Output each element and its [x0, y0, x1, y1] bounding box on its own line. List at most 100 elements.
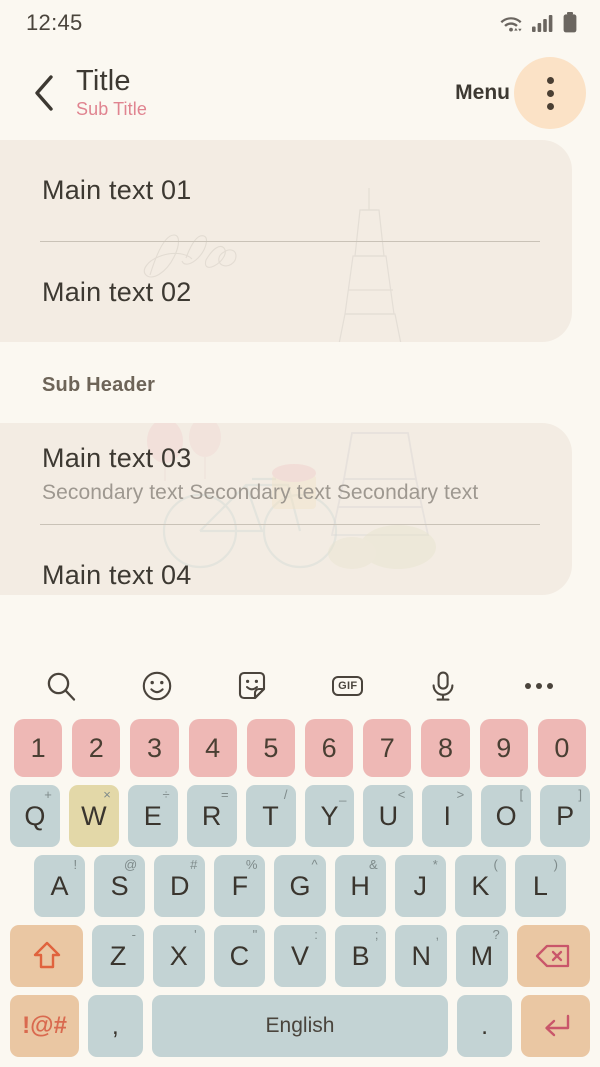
key-2[interactable]: 2	[72, 719, 121, 777]
key-i-alt: >	[456, 787, 465, 802]
key-u[interactable]: < U	[363, 785, 414, 847]
more-horizontal-icon[interactable]	[516, 663, 562, 709]
emoji-icon[interactable]	[134, 663, 180, 709]
list-row[interactable]: Main text 04	[0, 525, 572, 595]
key-i[interactable]: > I	[422, 785, 473, 847]
sticker-icon[interactable]	[229, 663, 275, 709]
back-button[interactable]	[22, 71, 66, 115]
key-t-label: T	[262, 800, 279, 831]
key-h-alt: &	[368, 857, 378, 872]
key-z-alt: -	[131, 927, 136, 942]
page-subtitle: Sub Title	[76, 98, 147, 119]
overflow-menu-button[interactable]	[514, 57, 586, 129]
key-e-label: E	[143, 800, 162, 831]
key-o[interactable]: [O	[481, 785, 532, 847]
key-y-alt: _	[339, 787, 347, 802]
key-v[interactable]: :V	[274, 925, 326, 987]
wifi-icon	[500, 17, 522, 32]
key-t-alt: /	[283, 787, 288, 802]
key-3[interactable]: 3	[130, 719, 179, 777]
microphone-icon[interactable]	[420, 663, 466, 709]
key-n-label: N	[411, 940, 432, 971]
key-6[interactable]: 6	[305, 719, 354, 777]
key-d[interactable]: # D	[154, 855, 206, 917]
keyboard-row-bottom: !@# , English .	[0, 995, 600, 1057]
shift-key[interactable]	[10, 925, 84, 987]
key-v-label: V	[290, 940, 309, 971]
list-row[interactable]: Main text 01	[0, 140, 572, 241]
list-row-title: Main text 02	[42, 277, 192, 308]
key-s[interactable]: @ S	[94, 855, 146, 917]
key-b-label: B	[351, 940, 370, 971]
key-h[interactable]: & H	[334, 855, 386, 917]
cellular-signal-icon	[532, 15, 553, 32]
list-row[interactable]: Main text 03 Secondary text Secondary te…	[0, 423, 572, 524]
key-p-label: P	[556, 800, 575, 831]
key-x[interactable]: ' X	[152, 925, 205, 987]
key-j-label: J	[413, 870, 427, 901]
virtual-keyboard: GIF 1 2 3 4 5 6 7 8 9 0 + Q × W ÷ E = R …	[0, 653, 600, 1067]
list-row-secondary: Secondary text Secondary text Secondary …	[42, 481, 479, 505]
key-z[interactable]: -Z	[92, 925, 144, 987]
key-a-alt: !	[73, 857, 78, 872]
key-s-alt: @	[124, 857, 138, 872]
key-b[interactable]: ; B	[334, 925, 387, 987]
app-bar: Title Sub Title Menu	[0, 46, 600, 140]
key-j[interactable]: * J	[394, 855, 446, 917]
key-x-label: X	[169, 940, 188, 971]
keyboard-row-qwerty: + Q × W ÷ E = R / T _ Y < U > I [O ] P	[0, 785, 600, 847]
key-n[interactable]: ,N	[395, 925, 448, 987]
key-4[interactable]: 4	[188, 719, 237, 777]
key-q-label: Q	[24, 800, 46, 831]
more-vertical-icon-dot	[546, 76, 554, 84]
key-i-label: I	[443, 800, 452, 831]
more-vertical-icon-dot	[546, 89, 554, 97]
key-b-alt: ;	[374, 927, 379, 942]
key-r-alt: =	[221, 787, 229, 802]
key-f[interactable]: % F	[214, 855, 266, 917]
key-u-label: U	[378, 800, 399, 831]
key-u-alt: <	[397, 787, 406, 802]
key-0[interactable]: 0	[537, 719, 587, 777]
shift-up-arrow-icon	[33, 941, 60, 969]
space-key[interactable]: English	[151, 995, 449, 1057]
key-7[interactable]: 7	[363, 719, 412, 777]
key-p[interactable]: ] P	[540, 785, 591, 847]
key-c[interactable]: " C	[213, 925, 266, 987]
title-block: Title Sub Title	[76, 64, 455, 121]
key-a[interactable]: ! A	[34, 855, 86, 917]
page-title: Title	[76, 64, 131, 97]
key-1[interactable]: 1	[13, 719, 63, 777]
key-m[interactable]: ? M	[456, 925, 508, 987]
list-sub-header: Sub Header	[42, 374, 156, 396]
period-key[interactable]: .	[457, 995, 512, 1057]
search-icon[interactable]	[38, 663, 84, 709]
symbols-key[interactable]: !@#	[10, 995, 80, 1057]
key-5[interactable]: 5	[246, 719, 295, 777]
key-e[interactable]: ÷ E	[127, 785, 178, 847]
key-p-alt: ]	[578, 787, 583, 802]
list-row[interactable]: Main text 02	[0, 242, 572, 342]
key-q[interactable]: + Q	[9, 785, 60, 847]
key-r[interactable]: = R	[186, 785, 237, 847]
gif-icon[interactable]: GIF	[325, 663, 371, 709]
key-g[interactable]: ^ G	[274, 855, 326, 917]
key-w[interactable]: × W	[68, 785, 119, 847]
comma-key[interactable]: ,	[88, 995, 143, 1057]
menu-label[interactable]: Menu	[455, 81, 510, 105]
backspace-key[interactable]	[516, 925, 590, 987]
enter-key[interactable]	[520, 995, 590, 1057]
key-8[interactable]: 8	[421, 719, 470, 777]
key-f-alt: %	[245, 857, 258, 872]
status-time: 12:45	[26, 10, 83, 35]
key-o-alt: [	[519, 787, 524, 802]
keyboard-row-numbers: 1 2 3 4 5 6 7 8 9 0	[0, 719, 600, 777]
key-o-label: O	[495, 800, 517, 831]
key-l[interactable]: ) L	[514, 855, 566, 917]
key-9[interactable]: 9	[479, 719, 528, 777]
key-k[interactable]: (K	[454, 855, 506, 917]
key-q-alt: +	[44, 787, 52, 802]
list-row-title: Main text 04	[42, 560, 192, 591]
key-y[interactable]: _ Y	[304, 785, 355, 847]
key-t[interactable]: / T	[245, 785, 296, 847]
